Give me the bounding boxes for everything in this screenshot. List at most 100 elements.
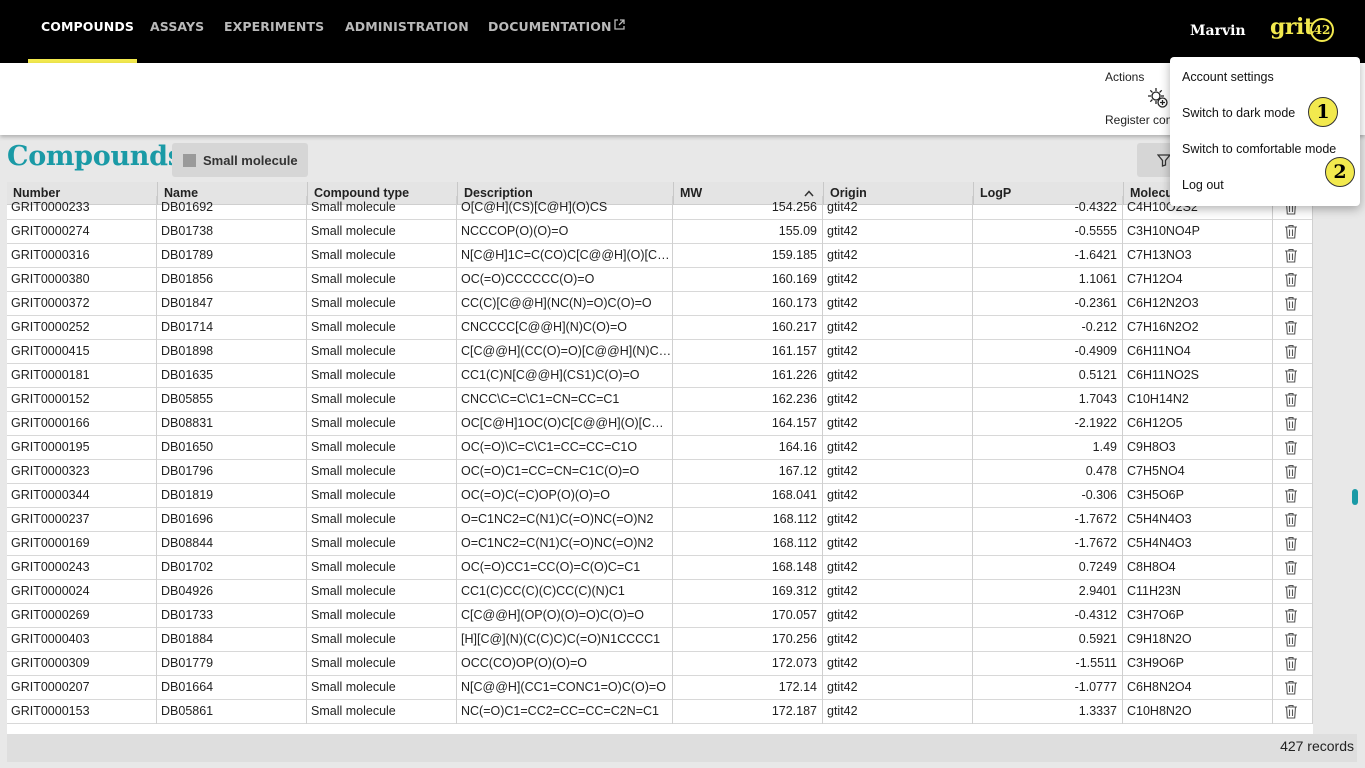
trash-icon[interactable] <box>1284 560 1298 575</box>
table-row[interactable]: GRIT0000243 DB01702 Small molecule OC(=O)CC… <box>7 556 1313 580</box>
cell-compound-type: Small molecule <box>307 508 457 532</box>
cell-name: DB01702 <box>157 556 307 580</box>
table-row[interactable]: GRIT0000380 DB01856 Small molecule OC(=O)CC… <box>7 268 1313 292</box>
delete-cell <box>1273 604 1313 628</box>
delete-cell <box>1273 628 1313 652</box>
table-row[interactable]: GRIT0000233 DB01692 Small molecule O[C@H](C… <box>7 196 1313 220</box>
cell-molecular-formula: C6H11NO4 <box>1123 340 1273 364</box>
chip-checkbox[interactable] <box>183 153 196 167</box>
trash-icon[interactable] <box>1284 320 1298 335</box>
table-row[interactable]: GRIT0000309 DB01779 Small molecule OCC(CO)O… <box>7 652 1313 676</box>
page-title: Compounds <box>7 141 183 172</box>
cell-compound-type: Small molecule <box>307 292 457 316</box>
nav-administration[interactable]: ADMINISTRATION <box>345 19 469 34</box>
table-row[interactable]: GRIT0000181 DB01635 Small molecule CC1(C)N[… <box>7 364 1313 388</box>
table-row[interactable]: GRIT0000269 DB01733 Small molecule C[C@@H](… <box>7 604 1313 628</box>
compound-type-chip[interactable]: Small molecule <box>172 143 308 177</box>
table-scrollbar[interactable] <box>1350 182 1360 734</box>
cell-description: OC[C@H]1OC(O)C[C@@H](O)[C@@H]1O <box>457 412 673 436</box>
grit-logo[interactable]: grit 42 <box>1270 14 1334 44</box>
table-row[interactable]: GRIT0000274 DB01738 Small molecule NCCCOP(O… <box>7 220 1313 244</box>
table-row[interactable]: GRIT0000252 DB01714 Small molecule CNCCCC[C… <box>7 316 1313 340</box>
cell-name: DB01789 <box>157 244 307 268</box>
cell-description: OCC(CO)OP(O)(O)=O <box>457 652 673 676</box>
delete-cell <box>1273 220 1313 244</box>
table-row[interactable]: GRIT0000237 DB01696 Small molecule O=C1NC2=… <box>7 508 1313 532</box>
table-row[interactable]: GRIT0000207 DB01664 Small molecule N[C@@H](… <box>7 676 1313 700</box>
menu-log-out[interactable]: Log out <box>1182 178 1224 192</box>
trash-icon[interactable] <box>1284 368 1298 383</box>
table-row[interactable]: GRIT0000403 DB01884 Small molecule [H][C@](… <box>7 628 1313 652</box>
cell-molecular-formula: C3H5O6P <box>1123 484 1273 508</box>
cell-number: GRIT0000316 <box>7 244 157 268</box>
trash-icon[interactable] <box>1284 296 1298 311</box>
cell-molecular-formula: C6H12N2O3 <box>1123 292 1273 316</box>
trash-icon[interactable] <box>1284 704 1298 719</box>
nav-assays[interactable]: ASSAYS <box>150 19 204 34</box>
table-row[interactable]: GRIT0000323 DB01796 Small molecule OC(=O)C1… <box>7 460 1313 484</box>
cell-origin: gtit42 <box>823 268 973 292</box>
trash-icon[interactable] <box>1284 488 1298 503</box>
cell-description: CC(C)[C@@H](NC(N)=O)C(O)=O <box>457 292 673 316</box>
cell-molecular-formula: C5H4N4O3 <box>1123 508 1273 532</box>
table-row[interactable]: GRIT0000169 DB08844 Small molecule O=C1NC2=… <box>7 532 1313 556</box>
trash-icon[interactable] <box>1284 512 1298 527</box>
cell-description: C[C@@H](OP(O)(O)=O)C(O)=O <box>457 604 673 628</box>
record-count: 427 records <box>1280 738 1354 754</box>
cell-compound-type: Small molecule <box>307 604 457 628</box>
trash-icon[interactable] <box>1284 272 1298 287</box>
cell-mw: 162.236 <box>673 388 823 412</box>
menu-switch-comfortable-mode[interactable]: Switch to comfortable mode <box>1182 142 1336 156</box>
table-row[interactable]: GRIT0000316 DB01789 Small molecule N[C@H]1C… <box>7 244 1313 268</box>
trash-icon[interactable] <box>1284 344 1298 359</box>
cell-name: DB04926 <box>157 580 307 604</box>
trash-icon[interactable] <box>1284 608 1298 623</box>
cell-compound-type: Small molecule <box>307 436 457 460</box>
user-menu-button[interactable]: Marvin <box>1190 23 1246 39</box>
trash-icon[interactable] <box>1284 632 1298 647</box>
trash-icon[interactable] <box>1284 656 1298 671</box>
cell-description: O=C1NC2=C(N1)C(=O)NC(=O)N2 <box>457 508 673 532</box>
table-row[interactable]: GRIT0000344 DB01819 Small molecule OC(=O)C(… <box>7 484 1313 508</box>
nav-experiments[interactable]: EXPERIMENTS <box>224 19 324 34</box>
table-footer: 427 records <box>7 734 1357 762</box>
cell-origin: gtit42 <box>823 604 973 628</box>
cell-description: O=C1NC2=C(N1)C(=O)NC(=O)N2 <box>457 532 673 556</box>
top-nav-bar: COMPOUNDS ASSAYS EXPERIMENTS ADMINISTRAT… <box>0 0 1365 63</box>
cell-description: OC(=O)CCCCCC(O)=O <box>457 268 673 292</box>
cell-name: DB05855 <box>157 388 307 412</box>
register-compound-icon[interactable] <box>1147 87 1169 109</box>
table-row[interactable]: GRIT0000024 DB04926 Small molecule CC1(C)CC… <box>7 580 1313 604</box>
table-row[interactable]: GRIT0000415 DB01898 Small molecule C[C@@H](… <box>7 340 1313 364</box>
trash-icon[interactable] <box>1284 536 1298 551</box>
trash-icon[interactable] <box>1284 416 1298 431</box>
table-row[interactable]: GRIT0000372 DB01847 Small molecule CC(C)[C@… <box>7 292 1313 316</box>
cell-molecular-formula: C11H23N <box>1123 580 1273 604</box>
menu-account-settings[interactable]: Account settings <box>1182 70 1274 84</box>
cell-origin: gtit42 <box>823 388 973 412</box>
cell-name: DB01847 <box>157 292 307 316</box>
nav-compounds[interactable]: COMPOUNDS <box>41 19 134 34</box>
trash-icon[interactable] <box>1284 464 1298 479</box>
scrollbar-thumb[interactable] <box>1352 489 1358 505</box>
trash-icon[interactable] <box>1284 392 1298 407</box>
trash-icon[interactable] <box>1284 224 1298 239</box>
cell-mw: 161.226 <box>673 364 823 388</box>
cell-number: GRIT0000166 <box>7 412 157 436</box>
cell-description: C[C@@H](CC(O)=O)[C@@H](N)C(O)=O <box>457 340 673 364</box>
trash-icon[interactable] <box>1284 248 1298 263</box>
table-row[interactable]: GRIT0000153 DB05861 Small molecule NC(=O)C1… <box>7 700 1313 724</box>
trash-icon[interactable] <box>1284 680 1298 695</box>
trash-icon[interactable] <box>1284 440 1298 455</box>
trash-icon[interactable] <box>1284 584 1298 599</box>
table-row[interactable]: GRIT0000152 DB05855 Small molecule CNCC\C=C… <box>7 388 1313 412</box>
nav-documentation[interactable]: DOCUMENTATION <box>488 19 625 34</box>
table-row[interactable]: GRIT0000195 DB01650 Small molecule OC(=O)\C… <box>7 436 1313 460</box>
menu-switch-dark-mode[interactable]: Switch to dark mode <box>1182 106 1295 120</box>
cell-origin: gtit42 <box>823 364 973 388</box>
cell-name: DB01738 <box>157 220 307 244</box>
cell-name: DB01898 <box>157 340 307 364</box>
cell-logp: 2.9401 <box>973 580 1123 604</box>
table-row[interactable]: GRIT0000166 DB08831 Small molecule OC[C@H]1… <box>7 412 1313 436</box>
cell-molecular-formula: C6H11NO2S <box>1123 364 1273 388</box>
